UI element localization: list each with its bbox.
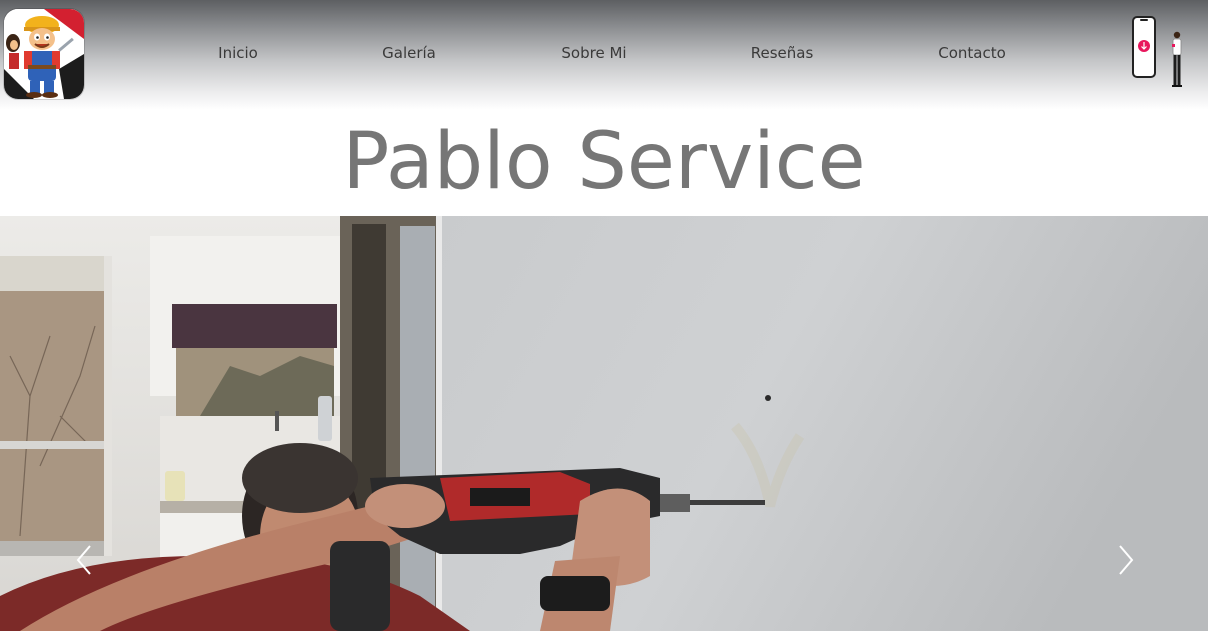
download-app-badge[interactable] <box>1128 14 1192 94</box>
page: Inicio Galería Sobre Mi Reseñas Contacto <box>0 0 1208 631</box>
nav-resenas[interactable]: Reseñas <box>751 44 814 62</box>
chevron-left-icon <box>76 545 91 575</box>
man-drilling-wall-photo <box>0 216 1208 631</box>
chevron-right-icon <box>1119 545 1134 575</box>
nav-inicio[interactable]: Inicio <box>218 44 258 62</box>
hero-slideshow <box>0 216 1208 631</box>
slideshow-next-button[interactable] <box>1110 540 1140 580</box>
nav-sobre-mi[interactable]: Sobre Mi <box>561 44 626 62</box>
main-nav: Inicio Galería Sobre Mi Reseñas Contacto <box>0 44 1208 66</box>
page-title: Pablo Service <box>342 117 866 207</box>
site-header: Inicio Galería Sobre Mi Reseñas Contacto <box>0 0 1208 110</box>
phone-download-icon <box>1132 16 1182 87</box>
nav-contacto[interactable]: Contacto <box>938 44 1006 62</box>
nav-galeria[interactable]: Galería <box>382 44 436 62</box>
slideshow-prev-button[interactable] <box>70 540 100 580</box>
